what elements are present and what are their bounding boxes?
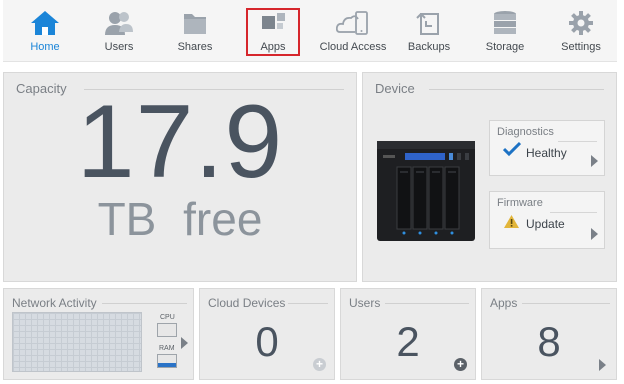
add-user-icon[interactable]: +: [454, 358, 467, 371]
divider: [429, 89, 604, 90]
cloud-devices-tile[interactable]: Cloud Devices 0 +: [199, 288, 335, 380]
diagnostics-card[interactable]: Diagnostics Healthy: [489, 120, 605, 176]
nav-cloud-access[interactable]: Cloud Access: [313, 0, 393, 62]
diagnostics-title: Diagnostics: [497, 126, 554, 138]
nav-home[interactable]: Home: [7, 0, 83, 62]
nav-settings[interactable]: Settings: [543, 0, 619, 62]
apps-count: 8: [537, 318, 561, 365]
nav-shares[interactable]: Shares: [157, 0, 233, 62]
divider: [102, 303, 187, 304]
firmware-status: Update: [526, 217, 565, 231]
network-activity-graph: [12, 312, 142, 372]
home-icon: [31, 11, 59, 35]
divider: [558, 141, 597, 142]
chevron-right-icon[interactable]: [599, 359, 606, 371]
ram-label: RAM: [159, 345, 175, 352]
capacity-unit: TB free: [97, 193, 263, 245]
capacity-value: 17.9: [76, 84, 284, 200]
nav-apps[interactable]: Apps: [246, 8, 300, 56]
nav-storage-label: Storage: [485, 41, 525, 53]
nav-users-label: Users: [104, 41, 134, 53]
users-icon: [105, 12, 133, 35]
divider: [385, 303, 469, 304]
top-nav: Home Users Shares Apps Cloud Access Back…: [3, 0, 617, 62]
nav-settings-label: Settings: [561, 41, 601, 53]
add-cloud-device-icon[interactable]: +: [313, 358, 326, 371]
chevron-right-icon[interactable]: [181, 337, 188, 349]
device-title: Device: [375, 81, 415, 96]
nas-device-image: [377, 141, 475, 241]
storage-icon: [494, 11, 516, 34]
cpu-meter: [157, 323, 177, 337]
backups-icon: [416, 13, 439, 35]
users-title: Users: [349, 296, 381, 310]
nav-apps-label: Apps: [260, 41, 286, 53]
users-tile[interactable]: Users 2 +: [340, 288, 476, 380]
cloud-devices-count: 0: [255, 318, 279, 365]
apps-tile[interactable]: Apps 8: [481, 288, 617, 380]
device-panel: Device Diagnostics Healthy Firmware Upda…: [362, 72, 617, 282]
nav-users[interactable]: Users: [81, 0, 157, 62]
network-activity-title: Network Activity: [12, 296, 97, 310]
firmware-card[interactable]: Firmware Update: [489, 191, 605, 249]
divider: [288, 303, 328, 304]
divider: [550, 212, 597, 213]
nav-backups-label: Backups: [407, 41, 451, 53]
chevron-right-icon[interactable]: [591, 228, 598, 240]
nav-storage[interactable]: Storage: [467, 0, 543, 62]
nav-backups[interactable]: Backups: [391, 0, 467, 62]
folder-icon: [184, 14, 206, 34]
divider: [522, 303, 610, 304]
ram-meter-fill: [158, 363, 176, 367]
diagnostics-status: Healthy: [526, 146, 567, 160]
apps-title: Apps: [490, 296, 518, 310]
warning-icon: [504, 215, 519, 228]
cloud-devices-title: Cloud Devices: [208, 296, 286, 310]
chevron-right-icon[interactable]: [591, 155, 598, 167]
nav-home-label: Home: [30, 41, 60, 53]
cpu-label: CPU: [160, 314, 175, 321]
nav-shares-label: Shares: [177, 41, 213, 53]
firmware-title: Firmware: [497, 197, 543, 209]
gear-icon: [569, 11, 593, 35]
apps-icon: [262, 13, 285, 29]
cloud-access-icon: [336, 11, 368, 35]
nav-cloud-access-label: Cloud Access: [319, 41, 387, 53]
ram-meter: [157, 354, 177, 368]
checkmark-icon: [503, 141, 521, 157]
users-count: 2: [396, 318, 420, 365]
